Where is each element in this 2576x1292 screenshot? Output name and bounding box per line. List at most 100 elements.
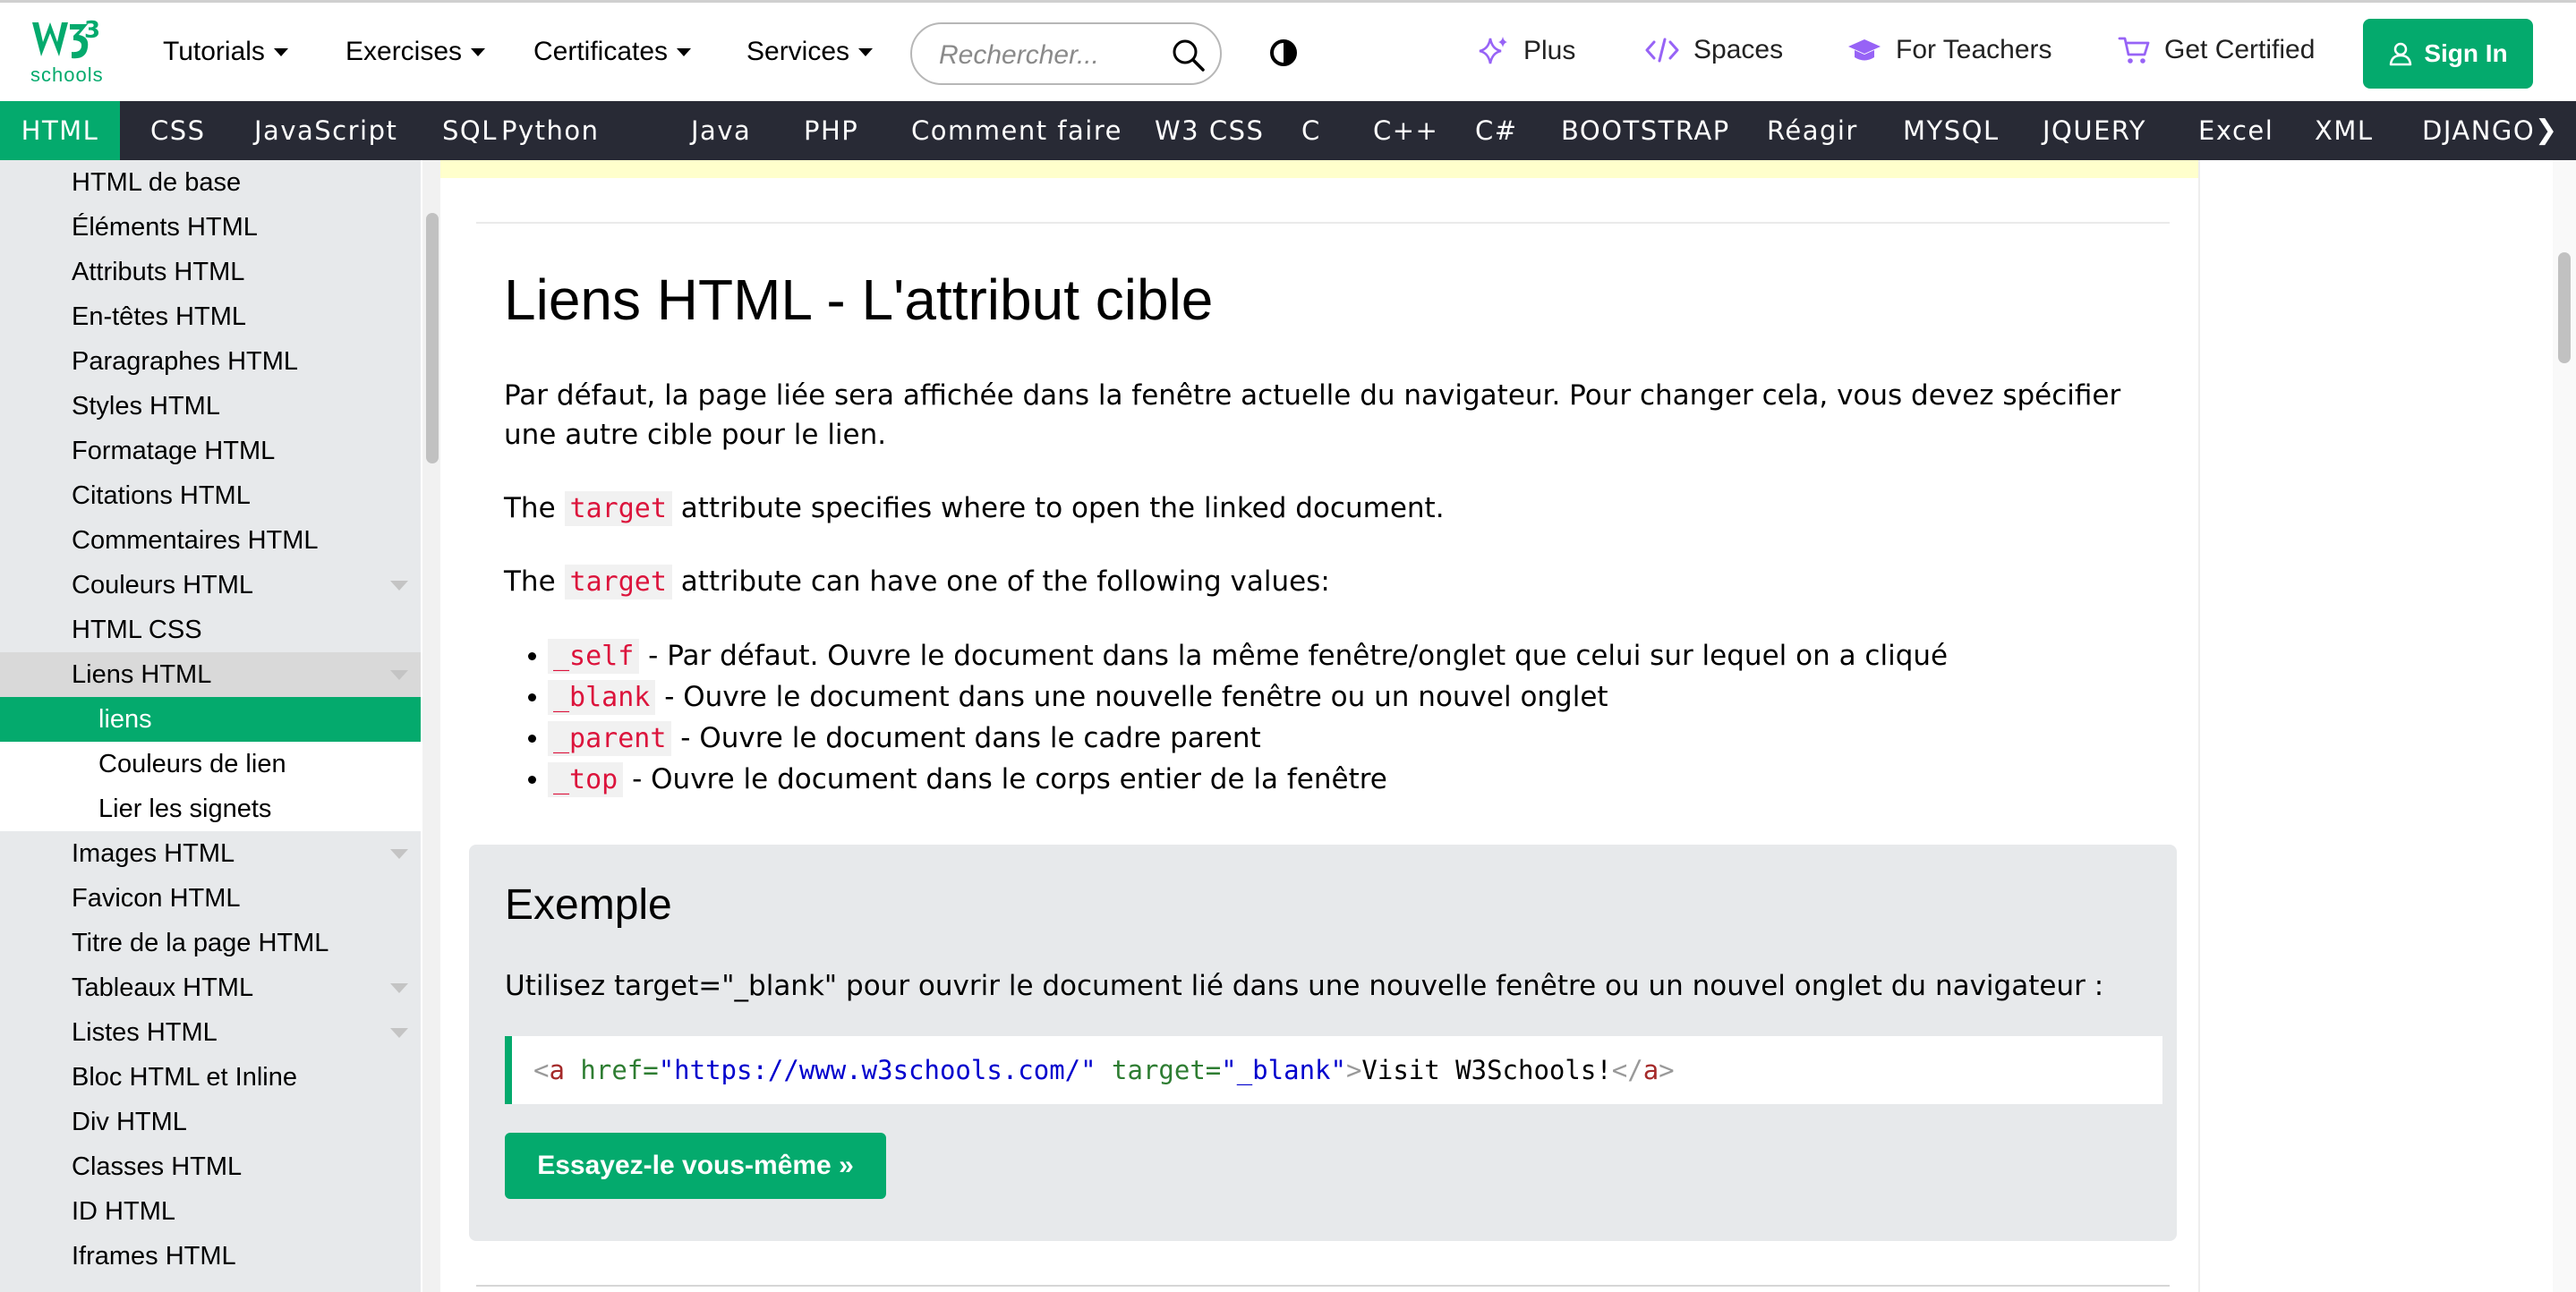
sidebar-item[interactable]: Titre de la page HTML: [0, 921, 421, 965]
expand-arrow-icon[interactable]: [390, 670, 408, 680]
sidebar-item[interactable]: Iframes HTML: [0, 1234, 421, 1279]
sidebar-item-couleurs[interactable]: Couleurs HTML: [0, 563, 421, 608]
plus-label: Plus: [1523, 36, 1576, 65]
subnav-csharp[interactable]: C#: [1475, 101, 1518, 160]
expand-arrow-icon[interactable]: [390, 1028, 408, 1038]
sidebar-subitem-liens[interactable]: liens: [0, 697, 421, 742]
text: The: [504, 565, 565, 598]
sidebar-item[interactable]: HTML CSS: [0, 608, 421, 652]
code-token: target=: [1096, 1055, 1222, 1085]
bullet-dot: [528, 776, 536, 784]
nav-tutorials-label: Tutorials: [163, 37, 265, 66]
sidebar-item[interactable]: Bloc HTML et Inline: [0, 1055, 421, 1100]
subnav-html[interactable]: HTML: [0, 101, 120, 160]
sidebar-item[interactable]: Div HTML: [0, 1100, 421, 1144]
search-input[interactable]: [937, 37, 1164, 74]
list-item: _top - Ouvre le document dans le corps e…: [528, 759, 2159, 801]
sidebar-item-liens-html[interactable]: Liens HTML: [0, 652, 421, 697]
list-item-text: - Ouvre le document dans le corps entier…: [623, 763, 1387, 795]
sidebar-item[interactable]: Favicon HTML: [0, 876, 421, 921]
spaces-link[interactable]: Spaces: [1645, 35, 1783, 65]
sidebar-subitem[interactable]: Couleurs de lien: [0, 742, 421, 786]
target-paragraph-1: The target attribute specifies where to …: [504, 489, 2169, 529]
get-certified-link[interactable]: Get Certified: [2118, 35, 2315, 65]
inline-code: target: [564, 565, 672, 599]
nav-tutorials[interactable]: Tutorials: [163, 37, 288, 67]
expand-arrow-icon[interactable]: [390, 581, 408, 591]
sidebar-subitem[interactable]: Lier les signets: [0, 786, 421, 831]
sign-in-label: Sign In: [2424, 39, 2508, 67]
bullet-dot: [528, 735, 536, 743]
code-token: </: [1611, 1055, 1643, 1085]
subnav-jquery[interactable]: JQUERY: [2043, 101, 2146, 160]
subnav-sql[interactable]: SQL: [442, 101, 498, 160]
subnav-css[interactable]: CSS: [150, 101, 206, 160]
sidebar-item-listes[interactable]: Listes HTML: [0, 1010, 421, 1055]
example-box: Exemple Utilisez target="_blank" pour ou…: [469, 845, 2177, 1241]
sidebar-item[interactable]: Paragraphes HTML: [0, 339, 421, 384]
sidebar-item[interactable]: Classes HTML: [0, 1144, 421, 1189]
w3-logo-icon: [32, 22, 89, 59]
sidebar-item[interactable]: En-têtes HTML: [0, 294, 421, 339]
code-token: >: [1345, 1055, 1362, 1085]
sidebar-item[interactable]: Attributs HTML: [0, 250, 421, 294]
code-token: a: [549, 1055, 565, 1085]
nav-services[interactable]: Services: [746, 37, 874, 67]
nav-services-label: Services: [746, 37, 850, 66]
sidebar-scrollbar-thumb[interactable]: [426, 213, 439, 463]
subnav-django[interactable]: DJANGO: [2422, 101, 2535, 160]
inline-code: _blank: [548, 680, 656, 715]
subnav-cpp[interactable]: C++: [1373, 101, 1438, 160]
sidebar-item[interactable]: Formatage HTML: [0, 429, 421, 473]
sidebar-item-tableaux[interactable]: Tableaux HTML: [0, 965, 421, 1010]
w3schools-logo[interactable]: 3 schools: [27, 17, 104, 89]
list-item: _self - Par défaut. Ouvre le document da…: [528, 635, 2159, 677]
subnav-w3css[interactable]: W3 CSS: [1155, 101, 1264, 160]
text: attribute can have one of the following …: [671, 565, 1330, 598]
subnav-xml[interactable]: XML: [2315, 101, 2374, 160]
subnav-scroll-right-icon[interactable]: ❯: [2535, 101, 2557, 160]
nav-certificates-label: Certificates: [533, 37, 669, 66]
subnav-java[interactable]: Java: [691, 101, 751, 160]
inline-code: target: [564, 491, 672, 526]
for-teachers-link[interactable]: For Teachers: [1847, 35, 2052, 65]
spaces-label: Spaces: [1693, 35, 1784, 64]
code-token: href=: [564, 1055, 659, 1085]
bullet-dot: [528, 652, 536, 660]
sidebar-item-images[interactable]: Images HTML: [0, 831, 421, 876]
subnav-bootstrap[interactable]: BOOTSTRAP: [1561, 101, 1730, 160]
subnav-php[interactable]: PHP: [804, 101, 858, 160]
sidebar-item[interactable]: Éléments HTML: [0, 205, 421, 250]
right-ad-gutter: [2198, 160, 2553, 1292]
subnav-mysql[interactable]: MYSQL: [1903, 101, 2000, 160]
sign-in-button[interactable]: Sign In: [2363, 19, 2533, 89]
caret-down-icon: [858, 47, 874, 56]
example-title: Exemple: [505, 881, 672, 929]
page-scrollbar-thumb[interactable]: [2558, 252, 2571, 363]
expand-arrow-icon[interactable]: [390, 849, 408, 859]
sidebar-item[interactable]: Styles HTML: [0, 384, 421, 429]
subnav-excel[interactable]: Excel: [2198, 101, 2273, 160]
text: The: [504, 492, 565, 524]
subnav-reagir[interactable]: Réagir: [1767, 101, 1858, 160]
expand-arrow-icon[interactable]: [390, 983, 408, 993]
sidebar-item[interactable]: HTML de base: [0, 160, 421, 205]
subnav-c[interactable]: C: [1301, 101, 1321, 160]
nav-certificates[interactable]: Certificates: [533, 37, 692, 67]
nav-exercises[interactable]: Exercises: [345, 37, 486, 67]
caret-down-icon: [471, 47, 486, 56]
sidebar-item[interactable]: ID HTML: [0, 1189, 421, 1234]
subnav-python[interactable]: Python: [501, 101, 600, 160]
inline-code: _parent: [548, 721, 672, 756]
try-it-yourself-button[interactable]: Essayez-le vous-même »: [505, 1133, 886, 1199]
sidebar-item[interactable]: Citations HTML: [0, 473, 421, 518]
sidebar-item-label: Images HTML: [72, 839, 235, 868]
intro-paragraph: Par défaut, la page liée sera affichée d…: [504, 379, 2121, 451]
subnav-javascript[interactable]: JavaScript: [254, 101, 397, 160]
search-icon[interactable]: [1172, 38, 1206, 72]
subnav-comment-faire[interactable]: Comment faire: [911, 101, 1122, 160]
plus-link[interactable]: Plus: [1479, 35, 1575, 67]
sidebar-item-label: Liens HTML: [72, 660, 212, 689]
contrast-toggle-icon[interactable]: [1269, 38, 1298, 67]
sidebar-item[interactable]: Commentaires HTML: [0, 518, 421, 563]
